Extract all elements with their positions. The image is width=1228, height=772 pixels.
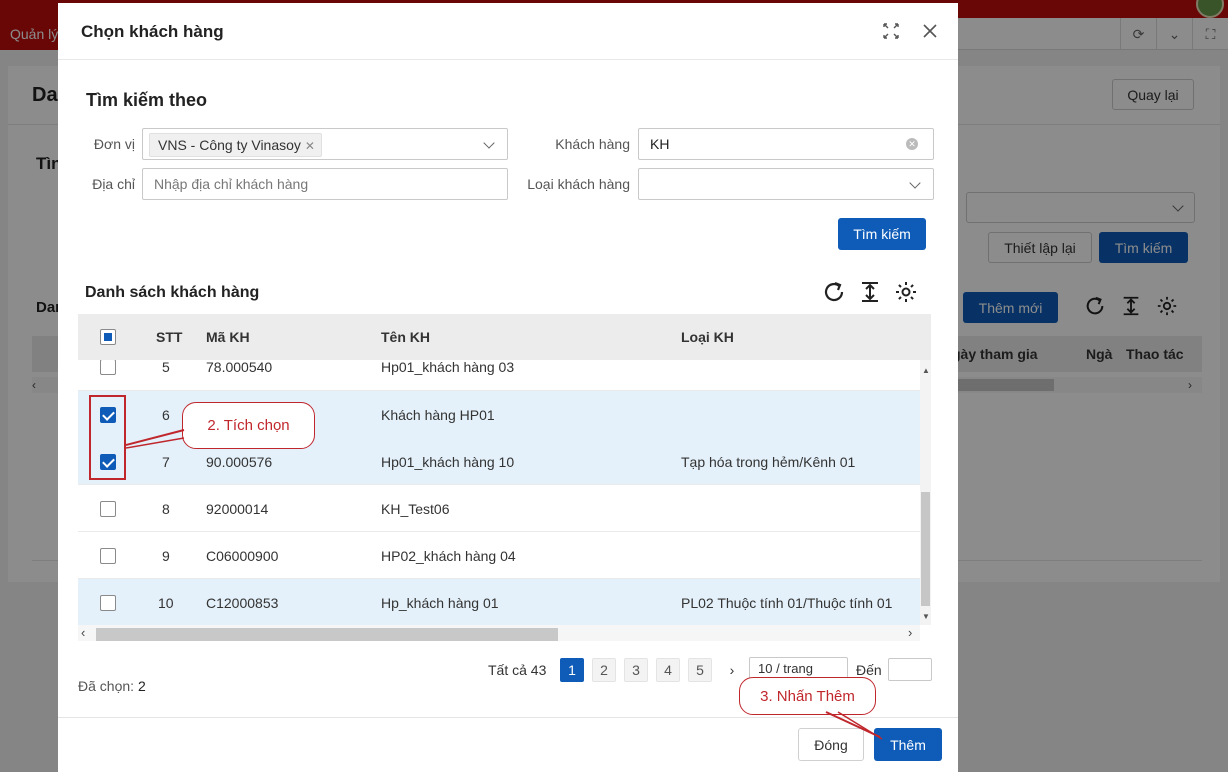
page-1[interactable]: 1 bbox=[560, 658, 584, 682]
row-stt: 7 bbox=[162, 454, 170, 470]
row-name: KH_Test06 bbox=[381, 501, 450, 517]
row-code: C06000900 bbox=[206, 548, 279, 564]
row-name: Hp01_khách hàng 10 bbox=[381, 454, 515, 470]
row-name: Khách hàng HP01 bbox=[381, 407, 495, 423]
search-button[interactable]: Tìm kiếm bbox=[838, 218, 926, 250]
row-stt: 8 bbox=[162, 501, 170, 517]
scrollbar-thumb[interactable] bbox=[96, 628, 558, 641]
goto-label: Đến bbox=[856, 662, 882, 678]
row-type: Tạp hóa trong hẻm/Kênh 01 bbox=[681, 454, 856, 470]
row-code: 92000014 bbox=[206, 501, 269, 517]
row-stt: 10 bbox=[158, 595, 174, 611]
row-name: HP02_khách hàng 04 bbox=[381, 548, 516, 564]
select-all-checkbox[interactable] bbox=[100, 329, 116, 345]
page-size-value: 10 / trang bbox=[758, 661, 813, 676]
unit-tag: VNS - Công ty Vinasoy ✕ bbox=[149, 133, 322, 157]
row-stt: 9 bbox=[162, 548, 170, 564]
scrollbar-thumb[interactable] bbox=[921, 492, 930, 606]
unit-label: Đơn vị bbox=[93, 136, 135, 152]
unit-select[interactable]: VNS - Công ty Vinasoy ✕ bbox=[142, 128, 508, 160]
remove-tag-icon[interactable]: ✕ bbox=[305, 139, 315, 153]
row-name: Hp_khách hàng 01 bbox=[381, 595, 499, 611]
address-label: Địa chỉ bbox=[92, 176, 135, 192]
settings-icon[interactable] bbox=[893, 279, 919, 305]
annotation-step-2: 2. Tích chọn bbox=[182, 402, 315, 449]
row-code: 90.000576 bbox=[206, 454, 273, 470]
scroll-right-icon[interactable]: › bbox=[908, 625, 912, 640]
selected-value: 2 bbox=[137, 678, 146, 694]
row-checkbox[interactable] bbox=[100, 548, 116, 564]
chevron-down-icon bbox=[909, 177, 921, 189]
selected-label: Đã chọn: bbox=[78, 678, 135, 694]
row-code: 78.000540 bbox=[206, 360, 273, 375]
selected-count: Đã chọn: 2 bbox=[78, 678, 146, 694]
modal-title: Chọn khách hàng bbox=[81, 22, 224, 41]
annotation-highlight-box bbox=[89, 395, 126, 480]
customer-input[interactable]: KH ✕ bbox=[638, 128, 934, 160]
row-name: Hp01_khách hàng 03 bbox=[381, 360, 515, 375]
table-row[interactable]: 9 C06000900 HP02_khách hàng 04 bbox=[78, 532, 920, 579]
fullscreen-icon[interactable] bbox=[881, 21, 901, 41]
unit-tag-label: VNS - Công ty Vinasoy bbox=[158, 137, 301, 153]
column-header-stt: STT bbox=[156, 329, 183, 345]
row-stt: 6 bbox=[162, 407, 170, 423]
choose-customer-modal: Chọn khách hàng Tìm kiếm theo Đơn vị VNS… bbox=[58, 3, 958, 772]
footer-divider bbox=[58, 717, 958, 718]
customer-input-value: KH bbox=[650, 136, 670, 152]
table-row[interactable]: 5 78.000540 Hp01_khách hàng 03 bbox=[78, 360, 920, 391]
table-row[interactable]: 8 92000014 KH_Test06 bbox=[78, 485, 920, 532]
column-header-type: Loại KH bbox=[681, 329, 734, 345]
address-input[interactable]: Nhập địa chỉ khách hàng bbox=[142, 168, 508, 200]
customer-table: STT Mã KH Tên KH Loại KH 5 78.000540 Hp0… bbox=[78, 314, 931, 641]
row-checkbox[interactable] bbox=[100, 360, 116, 375]
table-header: STT Mã KH Tên KH Loại KH bbox=[78, 314, 931, 360]
row-stt: 5 bbox=[162, 360, 170, 375]
column-header-name: Tên KH bbox=[381, 329, 430, 345]
customer-list-title: Danh sách khách hàng bbox=[85, 284, 260, 301]
page-4[interactable]: 4 bbox=[656, 658, 680, 682]
customer-type-label: Loại khách hàng bbox=[527, 176, 630, 192]
row-checkbox[interactable] bbox=[100, 595, 116, 611]
scroll-down-icon[interactable]: ▼ bbox=[922, 612, 930, 621]
scroll-up-icon[interactable]: ▲ bbox=[922, 366, 930, 375]
pagination-total: Tất cả 43 bbox=[488, 662, 547, 678]
clear-icon[interactable]: ✕ bbox=[906, 138, 918, 150]
close-icon[interactable] bbox=[920, 21, 940, 41]
row-type: PL02 Thuộc tính 01/Thuộc tính 01 bbox=[681, 595, 893, 611]
row-code: C12000853 bbox=[206, 595, 279, 611]
add-button[interactable]: Thêm bbox=[874, 728, 942, 761]
column-header-code: Mã KH bbox=[206, 329, 250, 345]
search-section-title: Tìm kiếm theo bbox=[86, 90, 208, 110]
annotation-step-3: 3. Nhấn Thêm bbox=[739, 677, 876, 715]
page-2[interactable]: 2 bbox=[592, 658, 616, 682]
table-row[interactable]: 10 C12000853 Hp_khách hàng 01 PL02 Thuộc… bbox=[78, 579, 920, 625]
page-3[interactable]: 3 bbox=[624, 658, 648, 682]
modal-header: Chọn khách hàng bbox=[58, 3, 958, 60]
customer-label: Khách hàng bbox=[555, 136, 630, 152]
refresh-icon[interactable] bbox=[821, 279, 847, 305]
chevron-down-icon bbox=[483, 137, 495, 149]
row-checkbox[interactable] bbox=[100, 501, 116, 517]
column-height-icon[interactable] bbox=[857, 279, 883, 305]
page-5[interactable]: 5 bbox=[688, 658, 712, 682]
customer-type-select[interactable] bbox=[638, 168, 934, 200]
next-page-icon[interactable]: › bbox=[720, 658, 744, 682]
table-body: 5 78.000540 Hp01_khách hàng 03 6 Khách h… bbox=[78, 360, 920, 625]
goto-page-input[interactable] bbox=[888, 658, 932, 681]
close-button[interactable]: Đóng bbox=[798, 728, 864, 761]
scroll-left-icon[interactable]: ‹ bbox=[81, 625, 85, 640]
address-placeholder: Nhập địa chỉ khách hàng bbox=[154, 176, 309, 192]
